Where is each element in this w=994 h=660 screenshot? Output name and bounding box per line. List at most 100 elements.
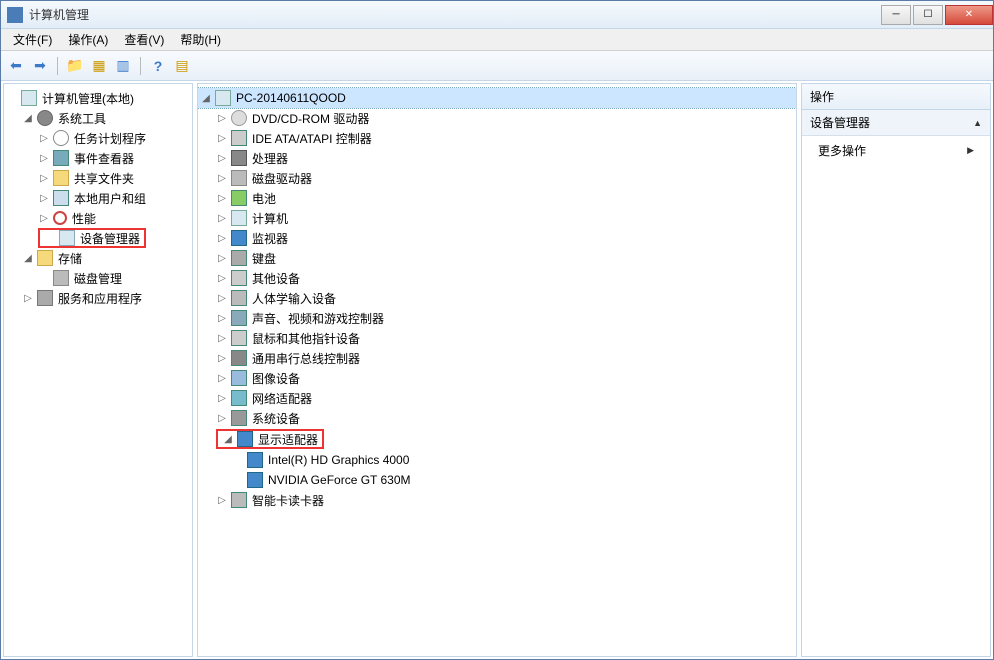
tree-label: 任务计划程序: [72, 130, 146, 147]
tree-device-cpu[interactable]: ▷处理器: [198, 148, 796, 168]
toolbar-separator: [140, 57, 141, 75]
tree-device-sound[interactable]: ▷声音、视频和游戏控制器: [198, 308, 796, 328]
expander-right-icon: ▷: [216, 412, 228, 424]
tree-device-mouse[interactable]: ▷鼠标和其他指针设备: [198, 328, 796, 348]
minimize-button[interactable]: ─: [881, 5, 911, 25]
mouse-icon: [231, 330, 247, 346]
expander-blank: [232, 454, 244, 466]
other-icon: [231, 270, 247, 286]
tree-label: 图像设备: [250, 370, 300, 387]
menu-view[interactable]: 查看(V): [116, 28, 172, 51]
tree-local-users[interactable]: ▷ 本地用户和组: [4, 188, 192, 208]
refresh-button[interactable]: ▥: [112, 55, 134, 77]
tree-device-dvd[interactable]: ▷DVD/CD-ROM 驱动器: [198, 108, 796, 128]
expander-blank: [38, 272, 50, 284]
tree-performance[interactable]: ▷ 性能: [4, 208, 192, 228]
tree-display-adapter-highlight: ◢ 显示适配器: [198, 429, 796, 449]
tree-label: 磁盘驱动器: [250, 170, 312, 187]
tree-label: IDE ATA/ATAPI 控制器: [250, 130, 372, 147]
expander-blank: [44, 232, 56, 244]
tree-device-keyboard[interactable]: ▷键盘: [198, 248, 796, 268]
device-root[interactable]: ◢ PC-20140611QOOD: [198, 88, 796, 108]
expander-right-icon: ▷: [216, 352, 228, 364]
tree-gpu-intel[interactable]: Intel(R) HD Graphics 4000: [198, 450, 796, 470]
expander-right-icon: ▷: [216, 372, 228, 384]
expander-icon: [6, 92, 18, 104]
tree-device-imaging[interactable]: ▷ 图像设备: [198, 368, 796, 388]
sys-icon: [231, 410, 247, 426]
tree-device-usb[interactable]: ▷通用串行总线控制器: [198, 348, 796, 368]
tree-root-local[interactable]: 计算机管理(本地): [4, 88, 192, 108]
tree-label[interactable]: 显示适配器: [256, 431, 318, 448]
sound-icon: [231, 310, 247, 326]
close-button[interactable]: ✕: [945, 5, 993, 25]
forward-button[interactable]: ➡: [29, 55, 51, 77]
tree-system-tools[interactable]: ◢ 系统工具: [4, 108, 192, 128]
tree-label: 磁盘管理: [72, 270, 122, 287]
imaging-icon: [231, 370, 247, 386]
tree-device-network[interactable]: ▷网络适配器: [198, 388, 796, 408]
tree-label: 系统设备: [250, 410, 300, 427]
back-button[interactable]: ⬅: [5, 55, 27, 77]
tree-device-other[interactable]: ▷其他设备: [198, 268, 796, 288]
tree-event-viewer[interactable]: ▷ 事件查看器: [4, 148, 192, 168]
properties-button[interactable]: ▦: [88, 55, 110, 77]
performance-icon: [53, 211, 67, 225]
expander-down-icon: ◢: [222, 433, 234, 445]
tree-device-computer[interactable]: ▷计算机: [198, 208, 796, 228]
expander-down-icon: ◢: [200, 92, 212, 104]
tree-shared-folders[interactable]: ▷ 共享文件夹: [4, 168, 192, 188]
cpu-icon: [231, 150, 247, 166]
menu-file[interactable]: 文件(F): [5, 28, 60, 51]
keyboard-icon: [231, 250, 247, 266]
expander-right-icon: ▷: [216, 192, 228, 204]
red-highlight-box: 设备管理器: [38, 228, 146, 248]
tree-label: 电池: [250, 190, 276, 207]
tree-device-manager-highlight: 设备管理器: [4, 228, 192, 248]
disk-icon: [53, 270, 69, 286]
tree-label: 服务和应用程序: [56, 290, 142, 307]
expander-right-icon: ▷: [216, 172, 228, 184]
expander-right-icon: ▷: [38, 212, 50, 224]
actions-more[interactable]: 更多操作 ▶: [802, 136, 990, 165]
tree-device-diskdrive[interactable]: ▷ 磁盘驱动器: [198, 168, 796, 188]
display-adapter-icon: [237, 431, 253, 447]
tree-services-apps[interactable]: ▷ 服务和应用程序: [4, 288, 192, 308]
expander-right-icon: ▷: [216, 152, 228, 164]
menu-help[interactable]: 帮助(H): [172, 28, 229, 51]
smartcard-icon: [231, 492, 247, 508]
expander-right-icon: ▷: [216, 494, 228, 506]
actions-section[interactable]: 设备管理器 ▲: [802, 110, 990, 136]
management-tree: 计算机管理(本地) ◢ 系统工具 ▷ 任务计划程序 ▷ 事件查看器: [4, 84, 192, 312]
gpu-icon: [247, 472, 263, 488]
tree-label[interactable]: 设备管理器: [78, 230, 140, 247]
tree-storage[interactable]: ◢ 存储: [4, 248, 192, 268]
tree-device-system[interactable]: ▷ 系统设备: [198, 408, 796, 428]
submenu-icon: ▶: [967, 145, 974, 156]
window-controls: ─ ☐ ✕: [879, 5, 993, 25]
usb-icon: [231, 350, 247, 366]
battery-icon: [231, 190, 247, 206]
tree-device-ide[interactable]: ▷ IDE ATA/ATAPI 控制器: [198, 128, 796, 148]
expander-right-icon: ▷: [38, 192, 50, 204]
tree-gpu-nvidia[interactable]: NVIDIA GeForce GT 630M: [198, 470, 796, 490]
help-button[interactable]: ?: [147, 55, 169, 77]
tree-task-scheduler[interactable]: ▷ 任务计划程序: [4, 128, 192, 148]
list-button[interactable]: ▤: [171, 55, 193, 77]
tree-disk-management[interactable]: 磁盘管理: [4, 268, 192, 288]
expander-blank: [232, 474, 244, 486]
tree-device-monitor[interactable]: ▷监视器: [198, 228, 796, 248]
expander-right-icon: ▷: [216, 132, 228, 144]
monitor-icon: [231, 230, 247, 246]
tree-device-battery[interactable]: ▷ 电池: [198, 188, 796, 208]
up-button[interactable]: 📁: [64, 55, 86, 77]
expander-right-icon: ▷: [216, 212, 228, 224]
expander-down-icon: ◢: [22, 112, 34, 124]
tree-smartcard-reader[interactable]: ▷ 智能卡读卡器: [198, 490, 796, 510]
maximize-button[interactable]: ☐: [913, 5, 943, 25]
expander-right-icon: ▷: [216, 332, 228, 344]
pc-icon: [215, 90, 231, 106]
tree-device-hid[interactable]: ▷人体学输入设备: [198, 288, 796, 308]
tree-label: 性能: [70, 210, 96, 227]
menu-action[interactable]: 操作(A): [60, 28, 116, 51]
